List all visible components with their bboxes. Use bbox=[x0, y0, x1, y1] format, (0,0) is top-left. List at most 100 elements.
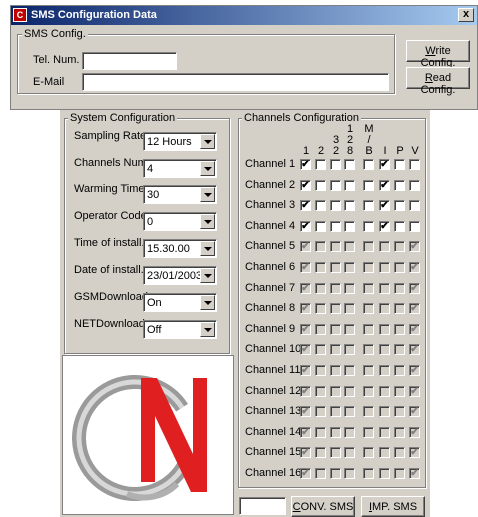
channel-checkbox[interactable] bbox=[344, 220, 355, 232]
channel-checkbox[interactable] bbox=[394, 220, 405, 232]
write-config-button[interactable]: Write Config. bbox=[406, 40, 470, 69]
channel-checkbox[interactable] bbox=[394, 159, 405, 170]
channel-checkbox: ✔ bbox=[409, 447, 420, 459]
email-input[interactable] bbox=[82, 73, 389, 91]
channel-checkbox[interactable] bbox=[344, 200, 355, 212]
field-combo[interactable]: On bbox=[143, 293, 217, 312]
channel-checkbox bbox=[379, 282, 390, 294]
conv-sms-button[interactable]: CONV. SMS bbox=[291, 496, 355, 517]
channel-checkbox[interactable] bbox=[315, 200, 326, 212]
channel-label: Channel 8 bbox=[245, 302, 296, 315]
channel-checkbox[interactable]: ✔ bbox=[300, 159, 311, 170]
channel-checkbox bbox=[315, 365, 326, 376]
channel-checkbox bbox=[344, 385, 355, 397]
field-combo[interactable]: 0 bbox=[143, 212, 217, 231]
channel-checkbox[interactable] bbox=[344, 179, 355, 191]
channel-checkbox bbox=[394, 426, 405, 438]
field-combo[interactable]: 23/01/2003 bbox=[143, 266, 217, 285]
close-button[interactable]: x bbox=[458, 8, 474, 22]
channel-checkbox[interactable] bbox=[363, 179, 374, 191]
channel-checkbox[interactable] bbox=[394, 179, 405, 191]
channel-checkbox[interactable] bbox=[315, 179, 326, 191]
channel-column-header: 2 bbox=[332, 145, 340, 157]
channel-checkbox bbox=[394, 323, 405, 335]
field-combo[interactable]: Off bbox=[143, 320, 217, 339]
channel-label: Channel 5 bbox=[245, 240, 296, 253]
field-combo[interactable]: 12 Hours bbox=[143, 132, 217, 151]
channel-label: Channel 3 bbox=[245, 199, 296, 212]
channel-checkbox bbox=[344, 426, 355, 438]
channel-checkbox[interactable]: ✔ bbox=[379, 220, 390, 232]
dropdown-arrow-icon[interactable] bbox=[200, 295, 215, 310]
dropdown-arrow-icon[interactable] bbox=[200, 134, 215, 149]
dropdown-arrow-icon[interactable] bbox=[200, 161, 215, 176]
channel-checkbox bbox=[315, 262, 326, 273]
channel-checkbox bbox=[379, 365, 390, 376]
channel-checkbox[interactable] bbox=[409, 220, 420, 232]
field-label: GSMDownload bbox=[74, 291, 148, 303]
channel-checkbox: ✔ bbox=[300, 426, 311, 438]
channel-checkbox: ✔ bbox=[300, 385, 311, 397]
channel-checkbox[interactable]: ✔ bbox=[379, 179, 390, 191]
field-combo-value: 12 Hours bbox=[147, 136, 192, 148]
channel-checkbox bbox=[363, 344, 374, 356]
channel-checkbox[interactable]: ✔ bbox=[300, 179, 311, 191]
channel-checkbox bbox=[330, 385, 341, 397]
channel-checkbox: ✔ bbox=[409, 282, 420, 294]
channel-checkbox[interactable]: ✔ bbox=[300, 200, 311, 212]
channel-checkbox[interactable] bbox=[363, 159, 374, 170]
imp-sms-button[interactable]: IMP. SMS bbox=[361, 496, 425, 517]
read-config-button[interactable]: Read Config. bbox=[406, 67, 470, 96]
channel-checkbox bbox=[330, 323, 341, 335]
channel-checkbox bbox=[330, 282, 341, 294]
channel-checkbox: ✔ bbox=[300, 262, 311, 273]
dropdown-arrow-icon[interactable] bbox=[200, 268, 215, 283]
channel-checkbox[interactable] bbox=[330, 179, 341, 191]
channel-checkbox[interactable]: ✔ bbox=[379, 159, 390, 170]
dropdown-arrow-icon[interactable] bbox=[200, 322, 215, 337]
field-combo[interactable]: 4 bbox=[143, 159, 217, 178]
channel-column-header: 2 bbox=[346, 134, 354, 146]
channel-checkbox[interactable] bbox=[344, 159, 355, 170]
channel-checkbox: ✔ bbox=[409, 344, 420, 356]
channel-column-header: 3 bbox=[332, 134, 340, 146]
channel-checkbox[interactable] bbox=[394, 200, 405, 212]
field-combo[interactable]: 15.30.00 bbox=[143, 239, 217, 258]
channel-checkbox bbox=[330, 426, 341, 438]
field-label: Sampling Rate bbox=[74, 130, 147, 142]
channel-checkbox: ✔ bbox=[409, 468, 420, 479]
channel-checkbox[interactable] bbox=[409, 200, 420, 212]
channel-checkbox[interactable]: ✔ bbox=[379, 200, 390, 212]
channels-config-group-label: Channels Configuration bbox=[242, 112, 361, 124]
channel-checkbox[interactable] bbox=[330, 200, 341, 212]
field-combo[interactable]: 30 bbox=[143, 185, 217, 204]
dropdown-arrow-icon[interactable] bbox=[200, 241, 215, 256]
channel-column-header: 1 bbox=[302, 145, 310, 157]
dropdown-arrow-icon[interactable] bbox=[200, 187, 215, 202]
channel-checkbox bbox=[379, 385, 390, 397]
channel-checkbox[interactable] bbox=[409, 179, 420, 191]
channel-checkbox bbox=[363, 468, 374, 479]
title-bar[interactable]: C SMS Configuration Data x bbox=[11, 6, 477, 25]
channel-checkbox[interactable] bbox=[315, 220, 326, 232]
channel-checkbox[interactable] bbox=[409, 159, 420, 170]
channel-checkbox[interactable]: ✔ bbox=[300, 220, 311, 232]
field-label: Time of install. bbox=[74, 237, 145, 249]
channel-checkbox bbox=[363, 303, 374, 315]
field-combo-value: Off bbox=[147, 324, 162, 336]
channel-checkbox[interactable] bbox=[363, 220, 374, 232]
channel-checkbox bbox=[330, 344, 341, 356]
field-combo-value: On bbox=[147, 297, 162, 309]
channel-checkbox: ✔ bbox=[300, 365, 311, 376]
channel-checkbox[interactable] bbox=[363, 200, 374, 212]
channel-checkbox[interactable] bbox=[330, 220, 341, 232]
channel-checkbox bbox=[379, 262, 390, 273]
dropdown-arrow-icon[interactable] bbox=[200, 214, 215, 229]
tel-input[interactable] bbox=[82, 52, 177, 70]
channel-checkbox bbox=[315, 385, 326, 397]
channel-checkbox[interactable] bbox=[315, 159, 326, 170]
channel-label: Channel 11 bbox=[245, 364, 301, 376]
channel-checkbox[interactable] bbox=[330, 159, 341, 170]
sms-value-input[interactable] bbox=[239, 497, 286, 515]
channel-checkbox bbox=[315, 241, 326, 253]
